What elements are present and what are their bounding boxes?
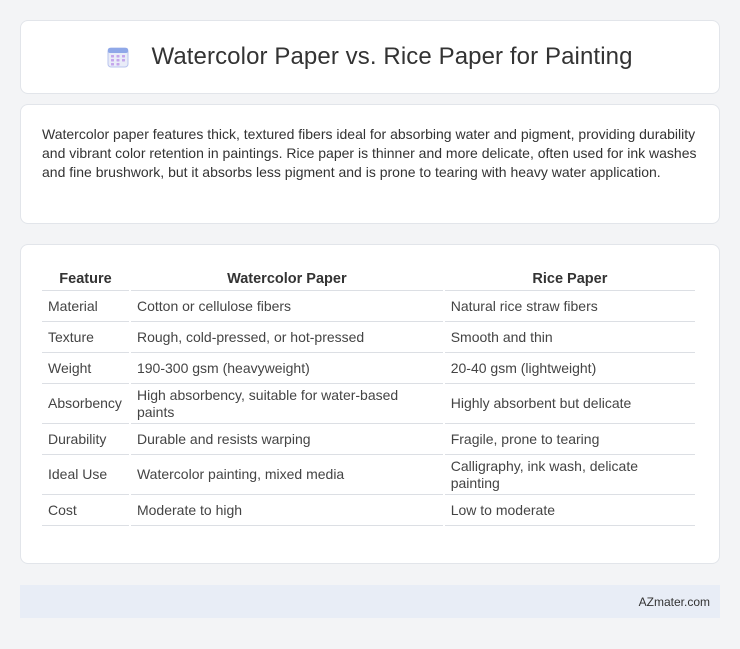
table-row: Texture Rough, cold-pressed, or hot-pres… xyxy=(42,322,695,353)
intro-text: Watercolor paper features thick, texture… xyxy=(42,126,697,180)
footer-bar: AZmater.com xyxy=(20,585,720,618)
calendar-icon xyxy=(107,46,129,68)
header-rice-paper: Rice Paper xyxy=(444,265,695,291)
feature-cell: Durability xyxy=(42,424,129,455)
watercolor-cell: Durable and resists warping xyxy=(130,424,443,455)
watercolor-cell: Moderate to high xyxy=(130,495,443,526)
table-row: Cost Moderate to high Low to moderate xyxy=(42,495,695,526)
watercolor-cell: Cotton or cellulose fibers xyxy=(130,291,443,322)
feature-cell: Cost xyxy=(42,495,129,526)
watercolor-cell: High absorbency, suitable for water-base… xyxy=(130,384,443,424)
rice-cell: 20-40 gsm (lightweight) xyxy=(444,353,695,384)
intro-card: Watercolor paper features thick, texture… xyxy=(20,104,720,224)
watercolor-cell: 190-300 gsm (heavyweight) xyxy=(130,353,443,384)
feature-cell: Ideal Use xyxy=(42,455,129,495)
rice-cell: Natural rice straw fibers xyxy=(444,291,695,322)
header-watercolor-paper: Watercolor Paper xyxy=(130,265,443,291)
rice-cell: Low to moderate xyxy=(444,495,695,526)
table-row: Ideal Use Watercolor painting, mixed med… xyxy=(42,455,695,495)
rice-cell: Fragile, prone to tearing xyxy=(444,424,695,455)
table-row: Absorbency High absorbency, suitable for… xyxy=(42,384,695,424)
table-row: Durability Durable and resists warping F… xyxy=(42,424,695,455)
table-row: Material Cotton or cellulose fibers Natu… xyxy=(42,291,695,322)
page-title: Watercolor Paper vs. Rice Paper for Pain… xyxy=(151,43,633,70)
watercolor-cell: Watercolor painting, mixed media xyxy=(130,455,443,495)
watercolor-cell: Rough, cold-pressed, or hot-pressed xyxy=(130,322,443,353)
rice-cell: Calligraphy, ink wash, delicate painting xyxy=(444,455,695,495)
title-wrap: Watercolor Paper vs. Rice Paper for Pain… xyxy=(107,43,632,71)
feature-cell: Absorbency xyxy=(42,384,129,424)
rice-cell: Highly absorbent but delicate xyxy=(444,384,695,424)
feature-cell: Material xyxy=(42,291,129,322)
table-header-row: Feature Watercolor Paper Rice Paper xyxy=(42,265,695,291)
comparison-table: Feature Watercolor Paper Rice Paper Mate… xyxy=(40,265,697,526)
comparison-card: Feature Watercolor Paper Rice Paper Mate… xyxy=(20,244,720,564)
feature-cell: Texture xyxy=(42,322,129,353)
title-card: Watercolor Paper vs. Rice Paper for Pain… xyxy=(20,20,720,94)
header-feature: Feature xyxy=(42,265,129,291)
feature-cell: Weight xyxy=(42,353,129,384)
rice-cell: Smooth and thin xyxy=(444,322,695,353)
table-row: Weight 190-300 gsm (heavyweight) 20-40 g… xyxy=(42,353,695,384)
footer-site-link[interactable]: AZmater.com xyxy=(639,595,710,609)
